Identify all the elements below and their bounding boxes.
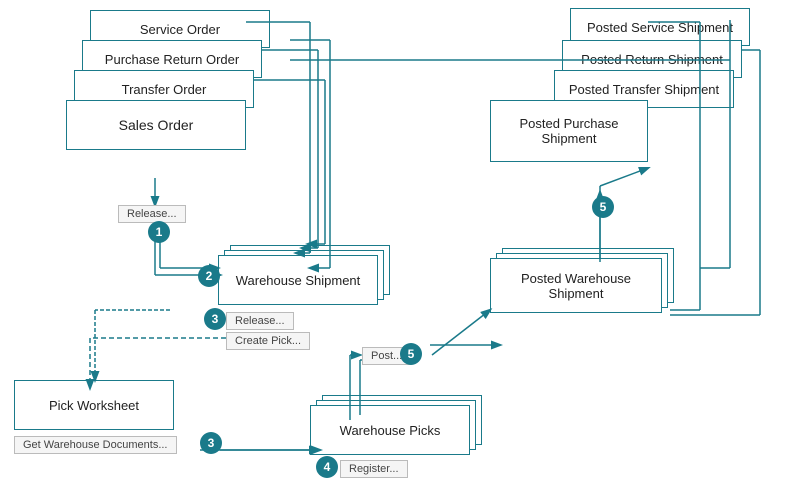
badge-2: 2	[198, 265, 220, 287]
badge-5a: 5	[400, 343, 422, 365]
release-button-1[interactable]: Release...	[118, 205, 186, 223]
warehouse-picks-box: Warehouse Picks	[310, 405, 470, 455]
warehouse-shipment-box: Warehouse Shipment	[218, 255, 378, 305]
posted-warehouse-box: Posted Warehouse Shipment	[490, 258, 662, 313]
badge-3b: 3	[200, 432, 222, 454]
get-warehouse-button[interactable]: Get Warehouse Documents...	[14, 436, 177, 454]
badge-4: 4	[316, 456, 338, 478]
badge-1: 1	[148, 221, 170, 243]
register-button[interactable]: Register...	[340, 460, 408, 478]
diagram: Service Order Purchase Return Order Tran…	[0, 0, 786, 501]
create-pick-button[interactable]: Create Pick...	[226, 332, 310, 350]
release-button-3[interactable]: Release...	[226, 312, 294, 330]
pick-worksheet-box: Pick Worksheet	[14, 380, 174, 430]
badge-3a: 3	[204, 308, 226, 330]
posted-purchase-box: Posted Purchase Shipment	[490, 100, 648, 162]
sales-order-box: Sales Order	[66, 100, 246, 150]
badge-5b: 5	[592, 196, 614, 218]
